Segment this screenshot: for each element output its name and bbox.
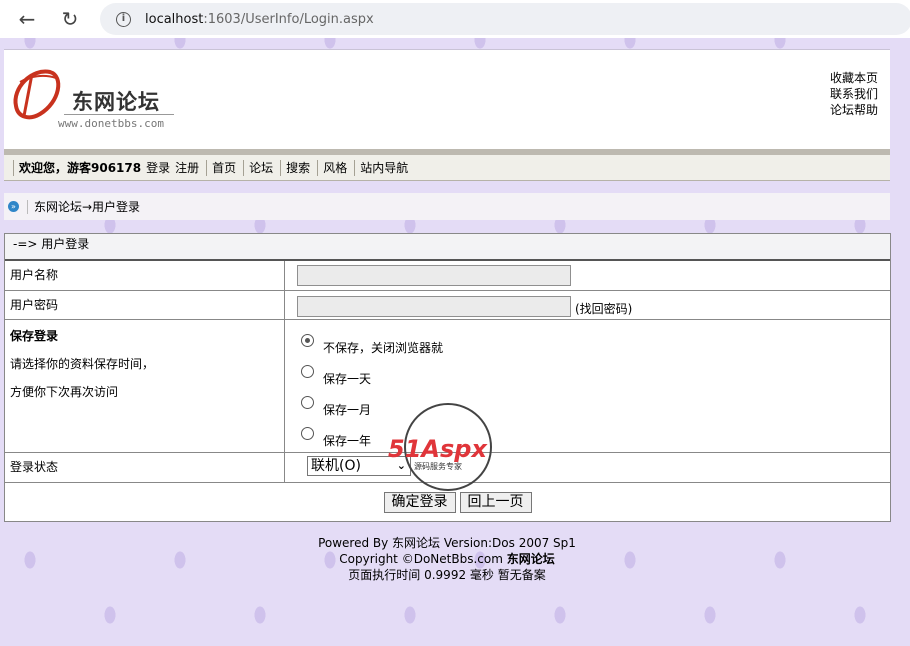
save-option-month[interactable]: 保存一月 [285,390,890,421]
menu-item-sitenav[interactable]: 站内导航 [360,159,408,176]
address-bar[interactable]: i localhost:1603/UserInfo/Login.aspx [100,3,910,35]
logo-underline [64,114,174,115]
save-option-label: 不保存，关闭浏览器就 [323,341,444,355]
save-option-day[interactable]: 保存一天 [285,359,890,390]
menu-separator [317,159,319,176]
footer-copyright: Copyright ©DoNetBbs.com [339,552,507,566]
breadcrumb: » 东网论坛→用户登录 [4,193,890,220]
radio[interactable] [301,396,314,409]
menu-item-forum[interactable]: 论坛 [249,159,273,176]
radio[interactable] [301,365,314,378]
footer-line-powered: Powered By 东网论坛 Version:Dos 2007 Sp1 [4,535,890,551]
radio[interactable] [301,427,314,440]
reload-icon[interactable]: ↻ [57,6,83,32]
menu-separator [13,159,14,176]
logo-domain: www.donetbbs.com [58,117,164,130]
logo-icon [13,69,61,120]
submit-login-button[interactable]: 确定登录 [383,491,456,513]
info-icon[interactable]: i [116,11,131,27]
breadcrumb-text[interactable]: 东网论坛→用户登录 [34,198,140,215]
menu-separator [206,159,208,176]
logo-title: 东网论坛 [72,90,160,114]
breadcrumb-separator [27,199,28,214]
watermark-tagline: 源码服务专家 [414,461,462,471]
footer-line-copyright: Copyright ©DoNetBbs.com 东网论坛 [4,551,890,567]
radio-selected[interactable] [301,334,314,347]
password-label: 用户密码 [5,291,285,319]
back-arrow-icon[interactable]: ← [14,6,40,32]
site-header: 东网论坛 www.donetbbs.com 收藏本页 联系我们 论坛帮助 [4,49,890,149]
username-row: 用户名称 [5,261,890,291]
footer-line-exec: 页面执行时间 0.9992 毫秒 暂无备案 [348,568,546,582]
url-host: localhost [145,11,204,27]
save-options: 不保存，关闭浏览器就 保存一天 保存一月 保存一年 [285,320,890,452]
menu-bar: 欢迎您，游客906178 登录 注册 首页 论坛 搜索 风格 站内导航 [4,155,890,181]
help-link[interactable]: 论坛帮助 [830,102,878,118]
footer: Powered By 东网论坛 Version:Dos 2007 Sp1 Cop… [4,535,890,583]
footer-brand: 东网论坛 [506,552,555,566]
menu-item-home[interactable]: 首页 [212,159,236,176]
save-login-desc-line2: 方便你下次再次访问 [10,385,119,399]
url-path: :1603/UserInfo/Login.aspx [203,11,374,27]
contact-link[interactable]: 联系我们 [830,86,878,102]
header-links: 收藏本页 联系我们 论坛帮助 [830,70,878,118]
save-login-desc: 保存登录 请选择你的资料保存时间， 方便你下次再次访问 [5,320,285,452]
username-input[interactable] [297,265,571,286]
menu-separator [354,159,356,176]
login-link[interactable]: 登录 [146,159,170,176]
save-option-label: 保存一天 [323,372,372,386]
password-input[interactable] [297,296,571,317]
username-label: 用户名称 [5,261,285,290]
save-option-label: 保存一月 [323,403,372,417]
login-state-value: 联机(O) [311,458,361,474]
login-state-label: 登录状态 [5,453,285,482]
footer-version: Version:Dos 2007 Sp1 [440,536,576,550]
find-password-link[interactable]: (找回密码) [575,300,632,317]
register-link[interactable]: 注册 [175,159,199,176]
menu-item-search[interactable]: 搜索 [286,159,310,176]
save-option-none[interactable]: 不保存，关闭浏览器就 [285,328,890,359]
menu-separator [280,159,282,176]
chevron-right-icon: » [8,201,19,212]
save-login-title: 保存登录 [10,329,59,343]
login-box-title: -=> 用户登录 [5,234,890,261]
footer-powered-prefix: Powered By [318,536,393,550]
back-button[interactable]: 回上一页 [459,491,532,513]
save-login-desc-line1: 请选择你的资料保存时间， [10,357,155,371]
save-option-year[interactable]: 保存一年 [285,421,890,452]
bookmark-link[interactable]: 收藏本页 [830,70,878,86]
password-row: 用户密码 (找回密码) [5,291,890,320]
save-option-label: 保存一年 [323,434,372,448]
watermark-logo: 51Aspx 源码服务专家 [388,403,492,491]
watermark-brand: 51Aspx [388,435,488,463]
browser-toolbar: ← ↻ i localhost:1603/UserInfo/Login.aspx [0,0,910,38]
menu-item-style[interactable]: 风格 [323,159,347,176]
footer-brand-link[interactable]: 东网论坛 [392,536,440,550]
menu-separator [243,159,245,176]
welcome-text: 欢迎您，游客906178 [19,161,142,175]
